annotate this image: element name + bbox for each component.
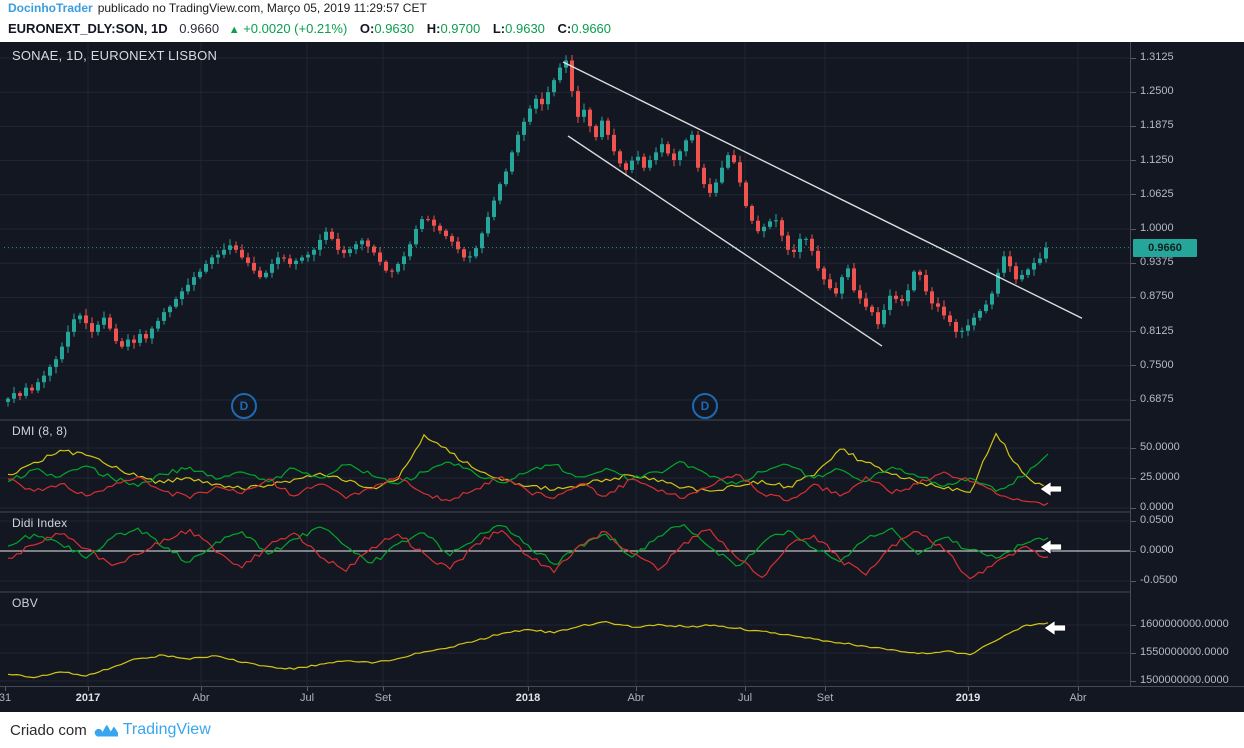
axis-tick xyxy=(1131,478,1136,479)
axis-tick xyxy=(1131,160,1136,161)
price-axis-label: 1.1875 xyxy=(1140,119,1174,132)
price-axis-label: 0.0500 xyxy=(1140,514,1174,526)
tradingview-link[interactable]: TradingView xyxy=(123,721,211,739)
price-axis-label: 1.3125 xyxy=(1140,51,1174,63)
author-link[interactable]: DocinhoTrader xyxy=(8,1,93,15)
high-value: 0.9700 xyxy=(440,21,481,36)
axis-tick xyxy=(1131,625,1136,626)
time-tick xyxy=(5,687,6,691)
price-axis[interactable]: 1.3125 1.2500 1.1875 1.1250 1.0625 1.0000 0.93… xyxy=(1131,42,1244,686)
time-tick xyxy=(88,687,89,691)
pane-title-didi: Didi Index xyxy=(12,516,68,530)
tradingview-snapshot: DocinhoTrader publicado no TradingView.co… xyxy=(0,0,1244,748)
axis-tick xyxy=(1131,508,1136,509)
price-axis-label: 1.0000 xyxy=(1140,222,1174,234)
close-label: C: xyxy=(557,21,572,36)
svg-text:D: D xyxy=(701,399,710,413)
price-axis-label: 1550000000.0000 xyxy=(1140,646,1229,658)
svg-text:D: D xyxy=(240,399,249,413)
price-axis-label: 25.0000 xyxy=(1140,471,1180,483)
axis-tick xyxy=(1131,297,1136,298)
chart-area[interactable]: DD SONAE, 1D, EURONEXT LISBON DMI (8, 8)… xyxy=(0,42,1244,713)
axis-tick xyxy=(1131,58,1136,59)
axis-tick xyxy=(1131,653,1136,654)
symbol-interval: 1D xyxy=(151,21,168,36)
axis-tick xyxy=(1131,92,1136,93)
time-tick xyxy=(201,687,202,691)
time-tick xyxy=(528,687,529,691)
time-axis-label: Abr xyxy=(1069,692,1087,704)
axis-tick xyxy=(1131,331,1136,332)
time-tick xyxy=(307,687,308,691)
price-axis-label: 0.9375 xyxy=(1140,256,1174,269)
price-change: +0.0020 (+0.21%) xyxy=(243,21,348,36)
time-tick xyxy=(968,687,969,691)
pane-title-dmi: DMI (8, 8) xyxy=(12,424,68,438)
time-axis-label: Jul xyxy=(299,692,315,704)
symbol-name: EURONEXT_DLY:SON, xyxy=(8,21,148,36)
price-axis-label: 0.0000 xyxy=(1140,544,1174,556)
axis-tick xyxy=(1131,581,1136,582)
time-tick xyxy=(383,687,384,691)
time-tick xyxy=(1078,687,1079,691)
time-tick xyxy=(825,687,826,691)
time-axis-label: 31 xyxy=(0,692,12,704)
high-label: H: xyxy=(426,21,441,36)
attribution-bar: DocinhoTrader publicado no TradingView.co… xyxy=(0,0,1244,17)
time-axis-label: 2018 xyxy=(515,692,541,704)
time-axis-label: Jul xyxy=(737,692,753,704)
time-axis-label: 2017 xyxy=(75,692,101,704)
last-price-badge: 0.9660 xyxy=(1133,238,1197,257)
price-axis-label: 0.8750 xyxy=(1140,290,1174,303)
change-up-icon: ▲ xyxy=(228,24,240,36)
price-axis-label: 0.0000 xyxy=(1140,501,1174,513)
price-axis-label: 1.0625 xyxy=(1140,187,1174,200)
price-axis-label: 1.2500 xyxy=(1140,85,1174,98)
time-axis-label: Abr xyxy=(627,692,645,704)
price-axis-label: 0.6875 xyxy=(1140,393,1174,405)
time-tick xyxy=(636,687,637,691)
price-axis-label: 1500000000.0000 xyxy=(1140,674,1229,686)
axis-tick xyxy=(1131,681,1136,682)
close-value: 0.9660 xyxy=(571,21,612,36)
plot-background xyxy=(0,42,1131,686)
time-axis-label: Abr xyxy=(192,692,210,704)
attribution-text: publicado no TradingView.com, Março 05, … xyxy=(97,1,427,15)
axis-tick xyxy=(1131,229,1136,230)
axis-tick xyxy=(1131,194,1136,195)
price-axis-label: 50.0000 xyxy=(1140,441,1180,453)
price-axis-label: 1600000000.0000 xyxy=(1140,618,1229,630)
price-chart[interactable]: DD xyxy=(0,42,1131,686)
open-value: 0.9630 xyxy=(374,21,415,36)
price-axis-label: -0.0500 xyxy=(1140,574,1178,586)
pane-title-main: SONAE, 1D, EURONEXT LISBON xyxy=(12,48,218,63)
axis-tick xyxy=(1131,448,1136,449)
tradingview-logo-icon[interactable] xyxy=(94,722,118,738)
low-value: 0.9630 xyxy=(505,21,545,36)
last-price: 0.9660 xyxy=(179,21,220,36)
price-axis-label: 0.7500 xyxy=(1140,358,1174,371)
time-axis-label: Set xyxy=(374,692,392,704)
price-axis-label: 1.1250 xyxy=(1140,153,1174,166)
axis-tick xyxy=(1131,551,1136,552)
pane-title-obv: OBV xyxy=(12,596,38,610)
symbol-bar: EURONEXT_DLY:SON, 1D 0.9660 ▲ +0.0020 (+… xyxy=(0,17,1244,42)
footer-text: Criado com xyxy=(10,721,87,739)
time-axis-label: 2019 xyxy=(955,692,981,704)
price-axis-label: 0.8125 xyxy=(1140,324,1174,337)
axis-tick xyxy=(1131,365,1136,366)
axis-tick xyxy=(1131,126,1136,127)
time-axis-label: Set xyxy=(816,692,834,704)
axis-tick xyxy=(1131,263,1136,264)
time-tick xyxy=(745,687,746,691)
axis-tick xyxy=(1131,400,1136,401)
time-axis[interactable]: 31 2017 Abr Jul Set 2018 Abr Jul Set 2019 Abr xyxy=(0,686,1244,713)
low-label: L: xyxy=(492,21,506,36)
axis-tick xyxy=(1131,521,1136,522)
footer-bar: Criado com TradingView xyxy=(0,712,1244,748)
open-label: O: xyxy=(359,21,375,36)
